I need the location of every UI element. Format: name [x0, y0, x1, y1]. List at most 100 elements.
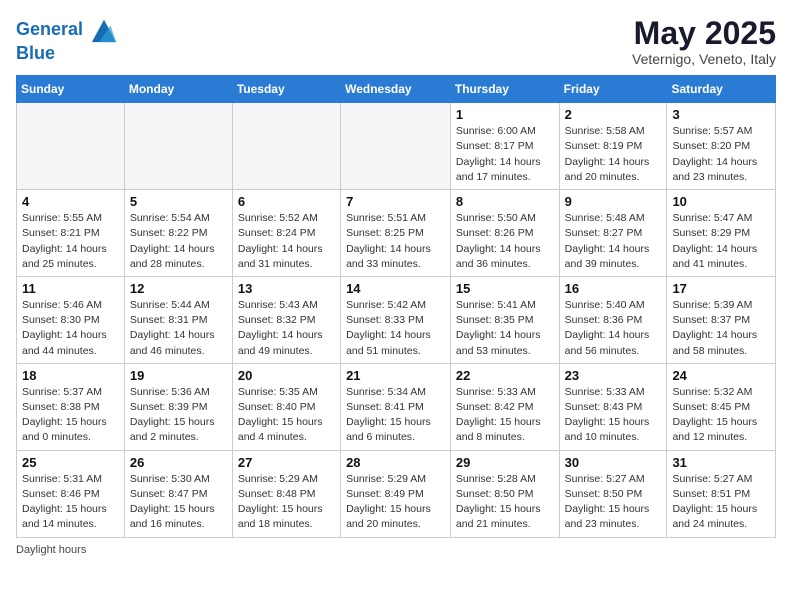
- calendar-day-header: Sunday: [17, 76, 125, 103]
- logo-text: General: [16, 16, 118, 44]
- day-number: 14: [346, 281, 445, 296]
- day-info: Sunrise: 5:30 AM Sunset: 8:47 PM Dayligh…: [130, 472, 227, 533]
- day-info: Sunrise: 5:48 AM Sunset: 8:27 PM Dayligh…: [565, 211, 662, 272]
- day-number: 23: [565, 368, 662, 383]
- calendar-day-header: Friday: [559, 76, 667, 103]
- day-number: 29: [456, 455, 554, 470]
- day-number: 16: [565, 281, 662, 296]
- calendar-cell: 16 Sunrise: 5:40 AM Sunset: 8:36 PM Dayli…: [559, 276, 667, 363]
- title-block: May 2025 Veternigo, Veneto, Italy: [632, 16, 776, 67]
- calendar-cell: [341, 103, 451, 190]
- calendar-week-row: 1 Sunrise: 6:00 AM Sunset: 8:17 PM Daylig…: [17, 103, 776, 190]
- calendar-cell: [17, 103, 125, 190]
- calendar-cell: [124, 103, 232, 190]
- day-number: 8: [456, 194, 554, 209]
- calendar-subtitle: Veternigo, Veneto, Italy: [632, 51, 776, 67]
- day-info: Sunrise: 5:47 AM Sunset: 8:29 PM Dayligh…: [672, 211, 770, 272]
- calendar-title: May 2025: [632, 16, 776, 51]
- calendar-week-row: 18Sunrise: 5:37 AM Sunset: 8:38 PM Dayli…: [17, 363, 776, 450]
- calendar-day-header: Saturday: [667, 76, 776, 103]
- page-header: General Blue May 2025 Veternigo, Veneto,…: [16, 16, 776, 67]
- calendar-cell: 25Sunrise: 5:31 AM Sunset: 8:46 PM Dayli…: [17, 450, 125, 537]
- day-number: 22: [456, 368, 554, 383]
- day-number: 15: [456, 281, 554, 296]
- logo-blue-text: Blue: [16, 44, 118, 64]
- calendar-cell: 31 Sunrise: 5:27 AM Sunset: 8:51 PM Dayli…: [667, 450, 776, 537]
- day-number: 26: [130, 455, 227, 470]
- calendar-cell: 10Sunrise: 5:47 AM Sunset: 8:29 PM Dayli…: [667, 190, 776, 277]
- calendar-cell: 19 Sunrise: 5:36 AM Sunset: 8:39 PM Dayli…: [124, 363, 232, 450]
- day-number: 24: [672, 368, 770, 383]
- calendar-day-header: Tuesday: [232, 76, 340, 103]
- day-info: Sunrise: 5:33 AM Sunset: 8:43 PM Dayligh…: [565, 385, 662, 446]
- calendar-cell: 2Sunrise: 5:58 AM Sunset: 8:19 PM Daylig…: [559, 103, 667, 190]
- day-info: Sunrise: 5:28 AM Sunset: 8:50 PM Dayligh…: [456, 472, 554, 533]
- calendar-cell: 30Sunrise: 5:27 AM Sunset: 8:50 PM Dayli…: [559, 450, 667, 537]
- day-info: Sunrise: 5:35 AM Sunset: 8:40 PM Dayligh…: [238, 385, 335, 446]
- day-info: Sunrise: 5:39 AM Sunset: 8:37 PM Dayligh…: [672, 298, 770, 359]
- day-info: Sunrise: 5:29 AM Sunset: 8:48 PM Dayligh…: [238, 472, 335, 533]
- day-number: 17: [672, 281, 770, 296]
- calendar-cell: 8Sunrise: 5:50 AM Sunset: 8:26 PM Daylig…: [450, 190, 559, 277]
- day-info: Sunrise: 5:55 AM Sunset: 8:21 PM Dayligh…: [22, 211, 119, 272]
- calendar-cell: 13 Sunrise: 5:43 AM Sunset: 8:32 PM Dayli…: [232, 276, 340, 363]
- day-info: Sunrise: 5:27 AM Sunset: 8:51 PM Dayligh…: [672, 472, 770, 533]
- day-number: 2: [565, 107, 662, 122]
- day-info: Sunrise: 5:31 AM Sunset: 8:46 PM Dayligh…: [22, 472, 119, 533]
- calendar-cell: 3 Sunrise: 5:57 AM Sunset: 8:20 PM Daylig…: [667, 103, 776, 190]
- day-number: 21: [346, 368, 445, 383]
- day-info: Sunrise: 5:36 AM Sunset: 8:39 PM Dayligh…: [130, 385, 227, 446]
- calendar-cell: 7Sunrise: 5:51 AM Sunset: 8:25 PM Daylig…: [341, 190, 451, 277]
- calendar-cell: 17 Sunrise: 5:39 AM Sunset: 8:37 PM Dayli…: [667, 276, 776, 363]
- day-info: Sunrise: 5:52 AM Sunset: 8:24 PM Dayligh…: [238, 211, 335, 272]
- calendar-day-header: Wednesday: [341, 76, 451, 103]
- calendar-cell: 1 Sunrise: 6:00 AM Sunset: 8:17 PM Daylig…: [450, 103, 559, 190]
- calendar-week-row: 25Sunrise: 5:31 AM Sunset: 8:46 PM Dayli…: [17, 450, 776, 537]
- day-number: 19: [130, 368, 227, 383]
- day-info: Sunrise: 6:00 AM Sunset: 8:17 PM Dayligh…: [456, 124, 554, 185]
- footer-note: Daylight hours: [16, 544, 776, 556]
- day-number: 12: [130, 281, 227, 296]
- calendar-cell: 4 Sunrise: 5:55 AM Sunset: 8:21 PM Daylig…: [17, 190, 125, 277]
- day-number: 18: [22, 368, 119, 383]
- day-info: Sunrise: 5:33 AM Sunset: 8:42 PM Dayligh…: [456, 385, 554, 446]
- day-info: Sunrise: 5:32 AM Sunset: 8:45 PM Dayligh…: [672, 385, 770, 446]
- calendar-cell: 11Sunrise: 5:46 AM Sunset: 8:30 PM Dayli…: [17, 276, 125, 363]
- calendar-day-header: Thursday: [450, 76, 559, 103]
- day-number: 27: [238, 455, 335, 470]
- day-info: Sunrise: 5:40 AM Sunset: 8:36 PM Dayligh…: [565, 298, 662, 359]
- calendar-cell: 21 Sunrise: 5:34 AM Sunset: 8:41 PM Dayli…: [341, 363, 451, 450]
- day-number: 9: [565, 194, 662, 209]
- calendar-day-header: Monday: [124, 76, 232, 103]
- calendar-cell: 27 Sunrise: 5:29 AM Sunset: 8:48 PM Dayli…: [232, 450, 340, 537]
- day-number: 3: [672, 107, 770, 122]
- logo: General Blue: [16, 16, 118, 64]
- calendar-cell: [232, 103, 340, 190]
- day-info: Sunrise: 5:57 AM Sunset: 8:20 PM Dayligh…: [672, 124, 770, 185]
- day-number: 13: [238, 281, 335, 296]
- calendar-cell: 9 Sunrise: 5:48 AM Sunset: 8:27 PM Daylig…: [559, 190, 667, 277]
- calendar-cell: 5Sunrise: 5:54 AM Sunset: 8:22 PM Daylig…: [124, 190, 232, 277]
- day-number: 4: [22, 194, 119, 209]
- day-info: Sunrise: 5:54 AM Sunset: 8:22 PM Dayligh…: [130, 211, 227, 272]
- day-number: 31: [672, 455, 770, 470]
- calendar-cell: 18Sunrise: 5:37 AM Sunset: 8:38 PM Dayli…: [17, 363, 125, 450]
- day-info: Sunrise: 5:27 AM Sunset: 8:50 PM Dayligh…: [565, 472, 662, 533]
- calendar-cell: 28Sunrise: 5:29 AM Sunset: 8:49 PM Dayli…: [341, 450, 451, 537]
- calendar-cell: 29 Sunrise: 5:28 AM Sunset: 8:50 PM Dayli…: [450, 450, 559, 537]
- calendar-cell: 23 Sunrise: 5:33 AM Sunset: 8:43 PM Dayli…: [559, 363, 667, 450]
- calendar-week-row: 4 Sunrise: 5:55 AM Sunset: 8:21 PM Daylig…: [17, 190, 776, 277]
- day-info: Sunrise: 5:44 AM Sunset: 8:31 PM Dayligh…: [130, 298, 227, 359]
- day-number: 1: [456, 107, 554, 122]
- calendar-cell: 14Sunrise: 5:42 AM Sunset: 8:33 PM Dayli…: [341, 276, 451, 363]
- calendar-cell: 12 Sunrise: 5:44 AM Sunset: 8:31 PM Dayli…: [124, 276, 232, 363]
- day-info: Sunrise: 5:34 AM Sunset: 8:41 PM Dayligh…: [346, 385, 445, 446]
- calendar-cell: 20Sunrise: 5:35 AM Sunset: 8:40 PM Dayli…: [232, 363, 340, 450]
- day-number: 7: [346, 194, 445, 209]
- day-info: Sunrise: 5:43 AM Sunset: 8:32 PM Dayligh…: [238, 298, 335, 359]
- calendar-cell: 24 Sunrise: 5:32 AM Sunset: 8:45 PM Dayli…: [667, 363, 776, 450]
- calendar-cell: 22 Sunrise: 5:33 AM Sunset: 8:42 PM Dayli…: [450, 363, 559, 450]
- calendar-cell: 6Sunrise: 5:52 AM Sunset: 8:24 PM Daylig…: [232, 190, 340, 277]
- day-info: Sunrise: 5:29 AM Sunset: 8:49 PM Dayligh…: [346, 472, 445, 533]
- day-info: Sunrise: 5:46 AM Sunset: 8:30 PM Dayligh…: [22, 298, 119, 359]
